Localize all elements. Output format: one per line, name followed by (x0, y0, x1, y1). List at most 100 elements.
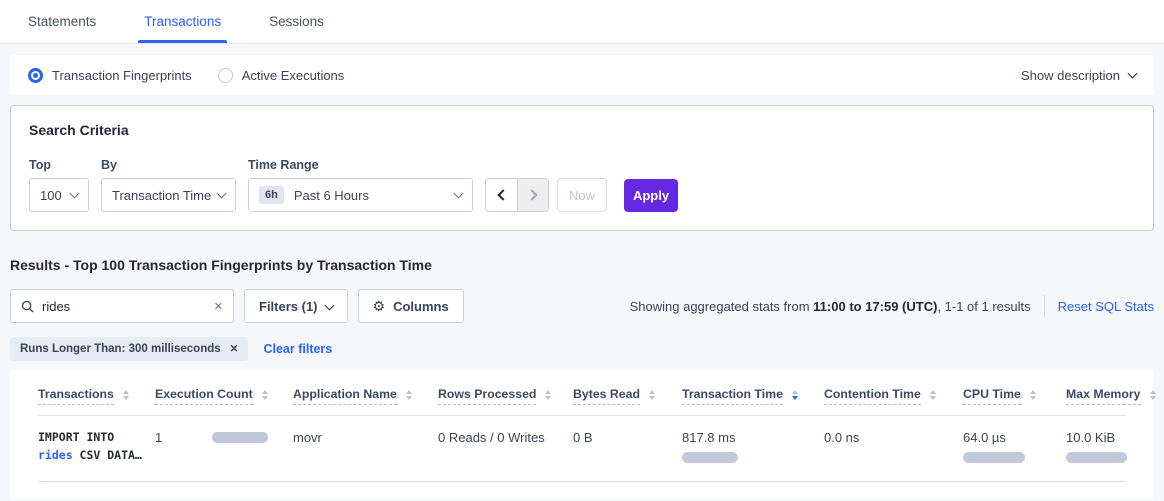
transaction-fingerprint-link[interactable]: IMPORT INTO rides CSV DATA… (38, 428, 147, 465)
radio-fingerprints-label: Transaction Fingerprints (52, 68, 192, 83)
reset-sql-stats-link[interactable]: Reset SQL Stats (1058, 299, 1154, 314)
filters-button[interactable]: Filters (1) (244, 289, 348, 323)
view-mode-radio-group: Transaction Fingerprints Active Executio… (28, 68, 344, 83)
results-search-box: ✕ (10, 289, 234, 323)
filter-chip-label: Runs Longer Than: 300 milliseconds (20, 343, 221, 355)
execution-count-bar (212, 432, 268, 443)
tab-transactions[interactable]: Transactions (138, 0, 227, 43)
column-header-cpu-time[interactable]: CPU Time (963, 372, 1066, 416)
tab-statements[interactable]: Statements (22, 0, 102, 43)
results-table-card: Transactions Execution Count Application… (10, 370, 1154, 499)
page-body: Transaction Fingerprints Active Executio… (0, 55, 1164, 499)
cell-rows-processed: 0 Reads / 0 Writes (438, 416, 573, 482)
stats-text-prefix: Showing aggregated stats from (630, 299, 814, 314)
chevron-down-icon (70, 188, 80, 198)
stats-text-suffix: , 1-1 of 1 results (937, 299, 1030, 314)
chevron-down-icon (454, 188, 464, 198)
sort-icon (545, 390, 551, 400)
max-memory-value: 10.0 KiB (1066, 430, 1118, 445)
aggregated-stats-summary: Showing aggregated stats from 11:00 to 1… (630, 295, 1154, 317)
search-match-highlight: rides (38, 448, 73, 462)
radio-transaction-fingerprints[interactable]: Transaction Fingerprints (28, 68, 192, 83)
time-range-value: Past 6 Hours (294, 188, 369, 203)
max-memory-bar (1066, 452, 1127, 463)
time-range-field: Time Range 6h Past 6 Hours (236, 158, 473, 212)
cpu-time-value: 64.0 µs (963, 430, 1058, 445)
vertical-divider (1044, 295, 1045, 317)
cell-cpu-time: 64.0 µs (963, 416, 1066, 482)
radio-active-executions[interactable]: Active Executions (218, 68, 345, 83)
stats-time-range: 11:00 to 17:59 (UTC) (813, 299, 937, 314)
radio-unselected-icon (218, 68, 233, 83)
cell-execution-count: 1 (155, 416, 293, 482)
next-time-window-button[interactable] (517, 179, 548, 211)
column-header-transactions[interactable]: Transactions (38, 372, 155, 416)
cell-transaction-fingerprint: IMPORT INTO rides CSV DATA… (38, 416, 155, 482)
by-select[interactable]: Transaction Time (101, 178, 236, 212)
cpu-time-bar (963, 452, 1025, 463)
sort-icon (123, 390, 129, 400)
now-button[interactable]: Now (557, 178, 607, 212)
previous-time-window-button[interactable] (486, 179, 517, 211)
gear-icon: ⚙ (373, 298, 386, 315)
column-header-rows-processed[interactable]: Rows Processed (438, 372, 573, 416)
show-description-label: Show description (1021, 68, 1120, 83)
table-row: IMPORT INTO rides CSV DATA… 1 movr 0 Rea… (38, 416, 1126, 482)
clear-filters-link[interactable]: Clear filters (263, 342, 332, 356)
transaction-time-value: 817.8 ms (682, 430, 816, 445)
top-field: Top 100 (29, 158, 89, 212)
apply-button[interactable]: Apply (624, 179, 678, 212)
page-tabs: Statements Transactions Sessions (0, 0, 1164, 44)
sort-icon (406, 390, 412, 400)
column-header-transaction-time[interactable]: Transaction Time (682, 372, 824, 416)
transactions-table: Transactions Execution Count Application… (38, 372, 1126, 482)
chevron-down-icon (217, 188, 227, 198)
column-header-max-memory[interactable]: Max Memory (1066, 372, 1126, 416)
column-header-bytes-read[interactable]: Bytes Read (573, 372, 682, 416)
cell-contention-time: 0.0 ns (824, 416, 963, 482)
clear-search-icon[interactable]: ✕ (214, 300, 223, 313)
column-header-execution-count[interactable]: Execution Count (155, 372, 293, 416)
chevron-right-icon (526, 189, 537, 200)
chevron-down-icon (1128, 68, 1138, 78)
cell-max-memory: 10.0 KiB (1066, 416, 1126, 482)
results-controls: ✕ Filters (1) ⚙ Columns Showing aggregat… (10, 289, 1154, 323)
search-criteria-panel: Search Criteria Top 100 By Transaction T… (10, 105, 1154, 231)
time-range-select[interactable]: 6h Past 6 Hours (248, 178, 473, 212)
column-header-contention-time[interactable]: Contention Time (824, 372, 963, 416)
results-heading: Results - Top 100 Transaction Fingerprin… (10, 257, 1154, 273)
columns-button[interactable]: ⚙ Columns (358, 289, 464, 323)
search-input[interactable] (42, 299, 214, 314)
top-select[interactable]: 100 (29, 178, 89, 212)
execution-count-value: 1 (155, 430, 162, 445)
filter-chip-runs-longer-than: Runs Longer Than: 300 milliseconds ✕ (10, 337, 248, 361)
time-range-label: Time Range (248, 158, 473, 172)
filters-button-label: Filters (1) (259, 299, 318, 314)
sort-icon (930, 390, 936, 400)
sort-icon (649, 390, 655, 400)
by-select-value: Transaction Time (112, 188, 211, 203)
active-filters-row: Runs Longer Than: 300 milliseconds ✕ Cle… (10, 337, 1154, 361)
sort-icon (792, 390, 798, 400)
radio-active-executions-label: Active Executions (242, 68, 345, 83)
show-description-toggle[interactable]: Show description (1021, 68, 1136, 83)
search-criteria-title: Search Criteria (29, 122, 1135, 138)
chevron-down-icon (324, 300, 334, 310)
radio-selected-icon (28, 68, 43, 83)
by-label: By (101, 158, 236, 172)
columns-button-label: Columns (393, 299, 449, 314)
top-label: Top (29, 158, 89, 172)
search-icon (21, 300, 34, 313)
search-criteria-fields: Top 100 By Transaction Time Time Range 6… (29, 158, 1135, 212)
sort-icon (1030, 390, 1036, 400)
table-header-row: Transactions Execution Count Application… (38, 372, 1126, 416)
remove-filter-icon[interactable]: ✕ (230, 343, 239, 355)
chevron-left-icon (497, 189, 508, 200)
tab-sessions[interactable]: Sessions (263, 0, 330, 43)
column-header-application-name[interactable]: Application Name (293, 372, 438, 416)
sort-icon (1150, 390, 1156, 400)
time-range-badge: 6h (259, 186, 284, 204)
sort-icon (262, 390, 268, 400)
cell-application-name: movr (293, 416, 438, 482)
view-mode-bar: Transaction Fingerprints Active Executio… (10, 55, 1154, 95)
